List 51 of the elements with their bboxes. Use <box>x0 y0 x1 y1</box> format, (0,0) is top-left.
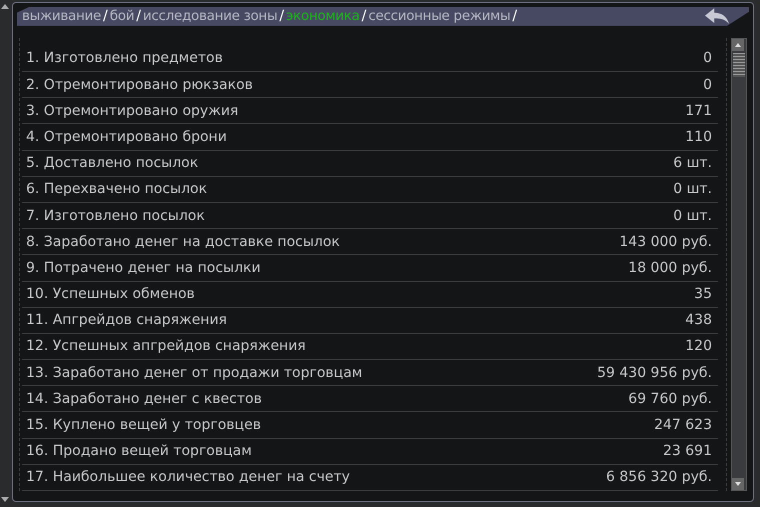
stat-label: 11. Апгрейдов снаряжения <box>26 312 227 328</box>
stat-label: 16. Продано вещей торговцам <box>26 443 252 460</box>
separator: / <box>362 8 366 24</box>
category-tab[interactable]: сессионные режимы <box>368 8 510 24</box>
scroll-up-icon[interactable] <box>1 4 9 9</box>
scroll-up-icon[interactable] <box>732 38 744 51</box>
scrollbar[interactable] <box>731 38 747 491</box>
category-tab[interactable]: экономика <box>286 8 360 24</box>
stat-label: 8. Заработано денег на доставке посылок <box>26 234 340 250</box>
stat-label: 15. Куплено вещей у торговцев <box>26 417 261 434</box>
category-tab[interactable]: бой <box>110 8 134 24</box>
stat-value: 0 шт. <box>673 181 712 198</box>
scroll-down-icon[interactable] <box>732 478 744 490</box>
stat-label: 14. Заработано денег с квестов <box>26 390 262 407</box>
stat-label: 13. Заработано денег от продажи торговцам <box>26 364 362 381</box>
stat-value: 0 <box>703 76 712 93</box>
stat-label: 3. Отремонтировано оружия <box>26 102 238 119</box>
separator: / <box>103 8 108 24</box>
stat-label: 1. Изготовлено предметов <box>26 50 223 66</box>
stat-value: 0 <box>703 50 712 66</box>
stat-value: 110 <box>685 128 712 145</box>
stat-value: 171 <box>685 102 712 119</box>
stat-label: 5. Доставлено посылок <box>26 155 198 172</box>
stat-label: 6. Перехвачено посылок <box>26 181 208 198</box>
stat-value: 35 <box>694 286 712 302</box>
stat-value: 18 000 руб. <box>628 260 712 276</box>
stat-label: 9. Потрачено денег на посылки <box>26 260 261 276</box>
stat-value: 69 760 руб. <box>628 390 712 407</box>
stat-value: 23 691 <box>663 443 712 460</box>
separator: / <box>512 8 518 24</box>
stat-value: 120 <box>685 338 712 354</box>
category-tab[interactable]: исследование зоны <box>142 8 278 24</box>
stat-label: 4. Отремонтировано брони <box>26 128 227 145</box>
scroll-down-icon[interactable] <box>1 497 9 502</box>
stat-label: 17. Наибольшее количество денег на счету <box>26 469 350 486</box>
stat-label: 12. Успешных апгрейдов снаряжения <box>26 338 306 354</box>
stat-label: 7. Изготовлено посылок <box>26 208 205 224</box>
separator: / <box>279 8 284 24</box>
stat-value: 438 <box>685 312 712 328</box>
back-arrow-icon[interactable] <box>705 8 729 25</box>
stat-value: 143 000 руб. <box>619 234 712 250</box>
stat-value: 6 шт. <box>673 155 712 172</box>
stat-value: 0 шт. <box>673 208 712 224</box>
scroll-thumb[interactable] <box>733 52 745 77</box>
stat-value: 59 430 956 руб. <box>597 364 712 381</box>
separator: / <box>136 8 141 24</box>
stat-label: 10. Успешных обменов <box>26 286 195 302</box>
stat-label: 2. Отремонтировано рюкзаков <box>26 76 253 93</box>
stat-value: 247 623 <box>654 417 712 434</box>
stat-value: 6 856 320 руб. <box>606 469 712 486</box>
category-tab[interactable]: выживание <box>22 8 101 24</box>
